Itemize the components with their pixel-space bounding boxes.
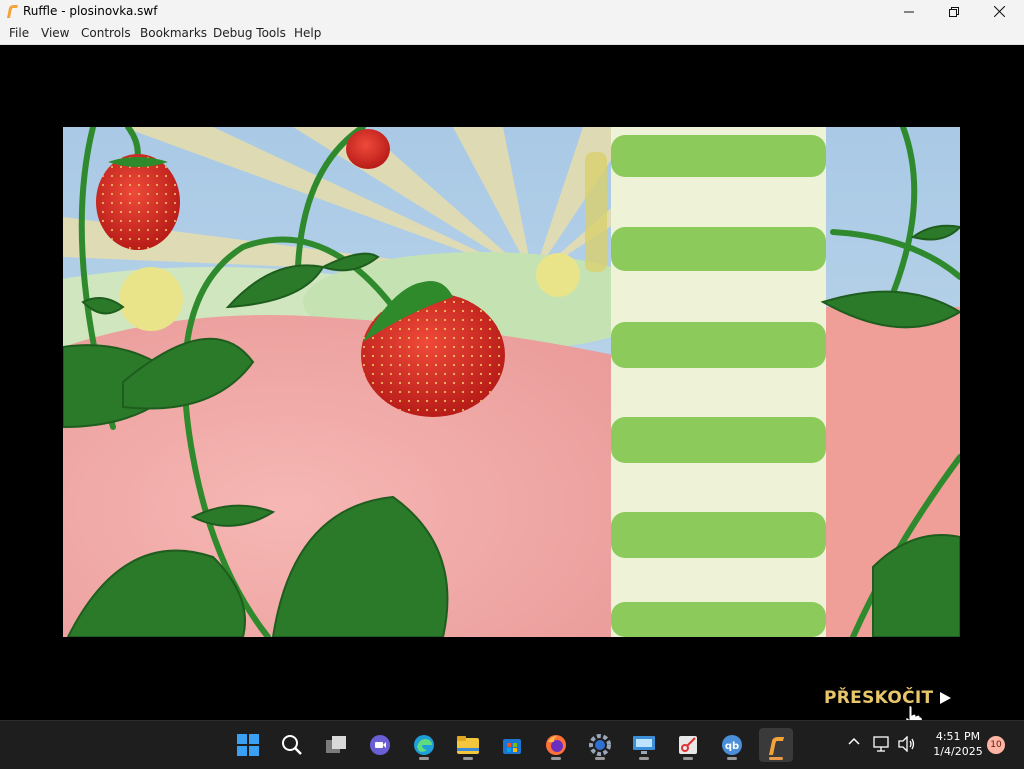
clock-date: 1/4/2025 — [933, 745, 983, 758]
active-indicator — [769, 757, 783, 760]
title-bar: Ruffle - plosinovka.swf — [0, 0, 1024, 23]
menu-bar: File View Controls Bookmarks Debug Tools… — [0, 23, 1024, 45]
chat-icon — [370, 735, 390, 755]
taskbar-store[interactable] — [495, 728, 529, 762]
close-button[interactable] — [976, 0, 1022, 23]
menu-debug-tools[interactable]: Debug Tools — [213, 25, 286, 41]
clock-time: 4:51 PM — [935, 730, 981, 743]
animation-frame[interactable] — [63, 127, 960, 637]
restore-icon — [949, 6, 959, 17]
minimize-button[interactable] — [886, 0, 932, 23]
task-view-icon — [326, 736, 346, 753]
svg-text:qb: qb — [725, 741, 739, 752]
taskbar-file-explorer[interactable] — [451, 728, 485, 762]
taskbar-start[interactable] — [231, 728, 265, 762]
close-icon — [993, 6, 1005, 17]
running-indicator — [551, 757, 561, 760]
running-indicator — [463, 757, 473, 760]
clock[interactable]: 4:51 PM 1/4/2025 — [930, 729, 986, 759]
running-indicator — [639, 757, 649, 760]
taskbar: qb 4:51 PM 1/4/2025 — [0, 720, 1024, 769]
taskbar-firefox[interactable] — [539, 728, 573, 762]
chevron-up-icon[interactable] — [848, 736, 860, 748]
menu-bookmarks[interactable]: Bookmarks — [140, 25, 207, 41]
volume-icon[interactable] — [898, 736, 916, 752]
menu-view[interactable]: View — [41, 25, 69, 41]
taskbar-edge[interactable] — [407, 728, 441, 762]
running-indicator — [727, 757, 737, 760]
menu-controls[interactable]: Controls — [81, 25, 131, 41]
minimize-icon — [904, 11, 914, 12]
running-indicator — [595, 757, 605, 760]
ruffle-icon — [769, 737, 784, 755]
windows-start-icon — [237, 734, 259, 756]
taskbar-chat[interactable] — [363, 728, 397, 762]
settings-icon — [589, 734, 611, 756]
flash-stage[interactable]: PŘESKOČIT — [0, 45, 1024, 720]
menu-help[interactable]: Help — [294, 25, 321, 41]
running-indicator — [419, 757, 429, 760]
store-icon — [503, 739, 521, 754]
strawberry-scene-illustration — [63, 127, 960, 637]
taskbar-search[interactable] — [275, 728, 309, 762]
taskbar-remote-desktop[interactable] — [627, 728, 661, 762]
running-indicator — [683, 757, 693, 760]
taskbar-settings[interactable] — [583, 728, 617, 762]
snipping-tool-icon — [679, 736, 697, 754]
taskbar-task-view[interactable] — [319, 728, 353, 762]
ruffle-app-icon — [7, 5, 18, 18]
taskbar-snipping-tool[interactable] — [671, 728, 705, 762]
taskbar-qbittorrent[interactable]: qb — [715, 728, 749, 762]
file-explorer-icon — [457, 736, 479, 754]
remote-desktop-icon — [633, 736, 655, 754]
maximize-button[interactable] — [931, 0, 977, 23]
search-icon — [282, 735, 302, 755]
taskbar-ruffle[interactable] — [759, 728, 793, 762]
window-title: Ruffle - plosinovka.swf — [23, 4, 158, 18]
skip-button[interactable]: PŘESKOČIT — [824, 688, 952, 708]
network-icon[interactable] — [873, 736, 891, 752]
qbittorrent-icon: qb — [722, 735, 742, 755]
edge-icon — [414, 735, 434, 755]
play-triangle-icon — [940, 692, 952, 704]
firefox-icon — [546, 735, 566, 755]
notification-badge[interactable]: 10 — [987, 736, 1005, 754]
menu-file[interactable]: File — [9, 25, 29, 41]
